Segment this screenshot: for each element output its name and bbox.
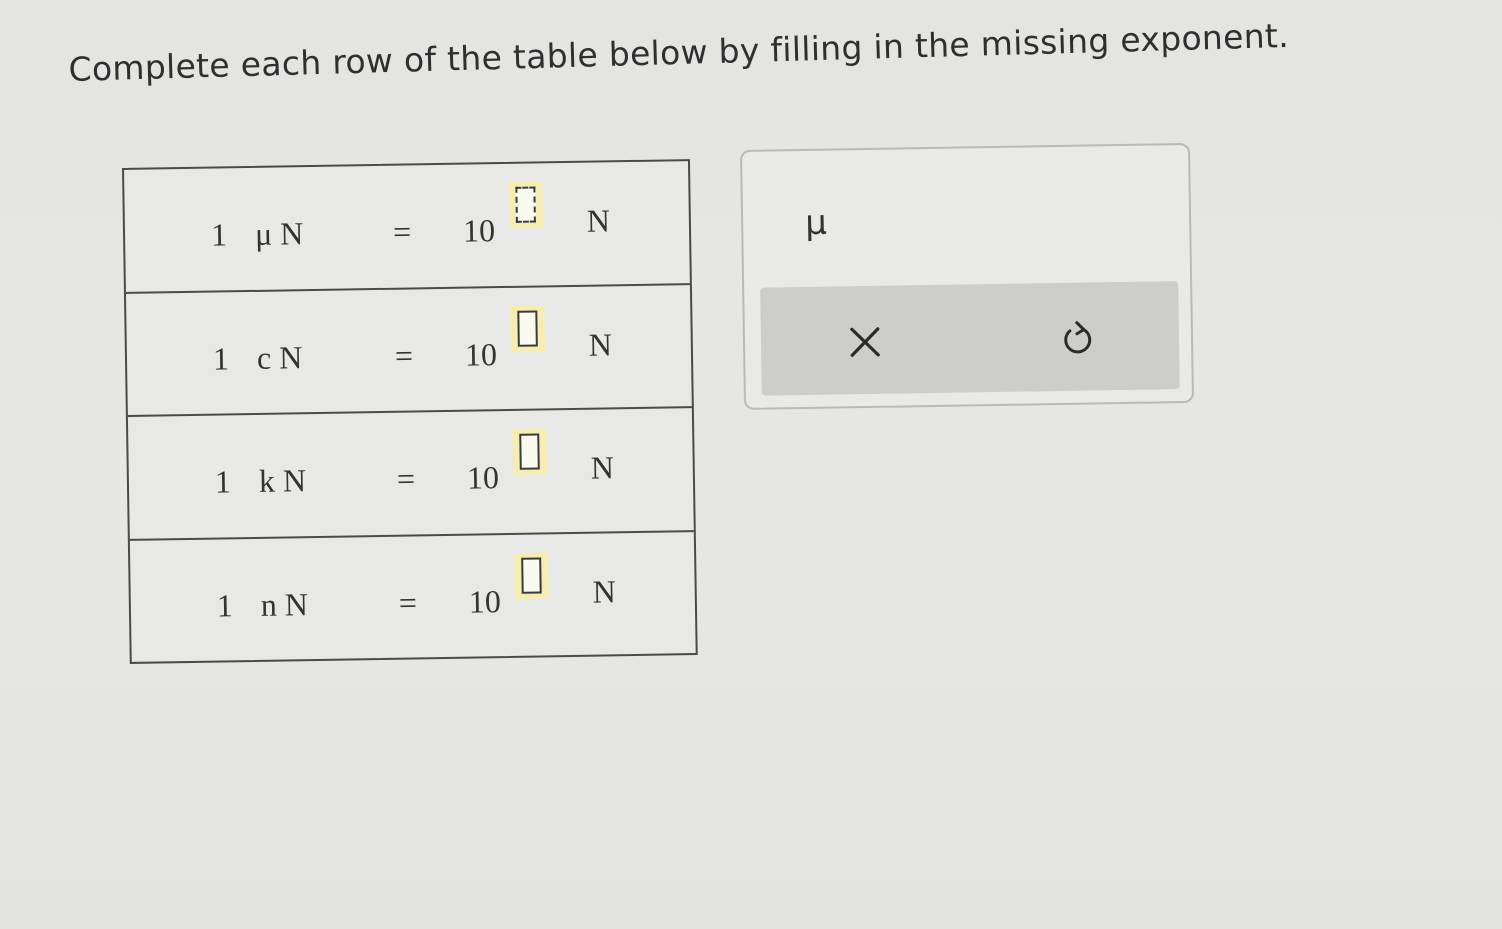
exponent-value [515,186,536,223]
row-prefix-unit: n N [260,585,309,623]
clear-button[interactable] [837,314,894,371]
equals-sign: = [392,213,412,250]
row-one: 1 [210,216,228,253]
row-unit: N [590,449,615,486]
row-unit: N [592,572,617,610]
exponent-input-centi[interactable] [510,304,545,352]
exponent-input-micro[interactable] [508,181,543,228]
answer-palette: μ [740,142,1195,410]
base-ten: 10 [464,335,498,373]
table-row-kilo: 1 k N = 10 N [127,408,694,541]
row-unit: N [588,325,613,363]
exponent-value [521,556,542,594]
table-row-centi: 1 c N = 10 N [125,284,692,417]
undo-icon [1064,321,1092,354]
mu-symbol-button[interactable]: μ [805,203,827,243]
exponent-value [519,433,540,470]
row-prefix-unit: k N [258,462,307,499]
exponent-input-kilo[interactable] [512,428,547,475]
row-prefix-unit: μ N [254,215,304,252]
row-prefix-unit: c N [256,338,303,376]
equals-sign: = [396,460,416,497]
row-one: 1 [214,463,232,500]
equals-sign: = [394,336,414,374]
base-ten: 10 [466,459,500,496]
action-bar [760,281,1180,396]
undo-button[interactable] [1049,310,1106,367]
exponent-value [517,309,538,347]
equals-sign: = [398,583,418,621]
row-one: 1 [212,339,230,377]
exponent-input-nano[interactable] [514,551,549,599]
row-one: 1 [216,586,234,624]
close-icon [850,327,880,357]
base-ten: 10 [468,582,502,620]
table-row-micro: 1 μ N = 10 N [124,161,690,294]
base-ten: 10 [462,212,496,249]
conversion-table: 1 μ N = 10 N 1 c N = 10 N 1 k N = 10 N 1… [122,159,698,664]
row-unit: N [586,202,611,239]
instruction-text: Complete each row of the table below by … [68,15,1290,89]
table-row-nano: 1 n N = 10 N [130,532,696,664]
